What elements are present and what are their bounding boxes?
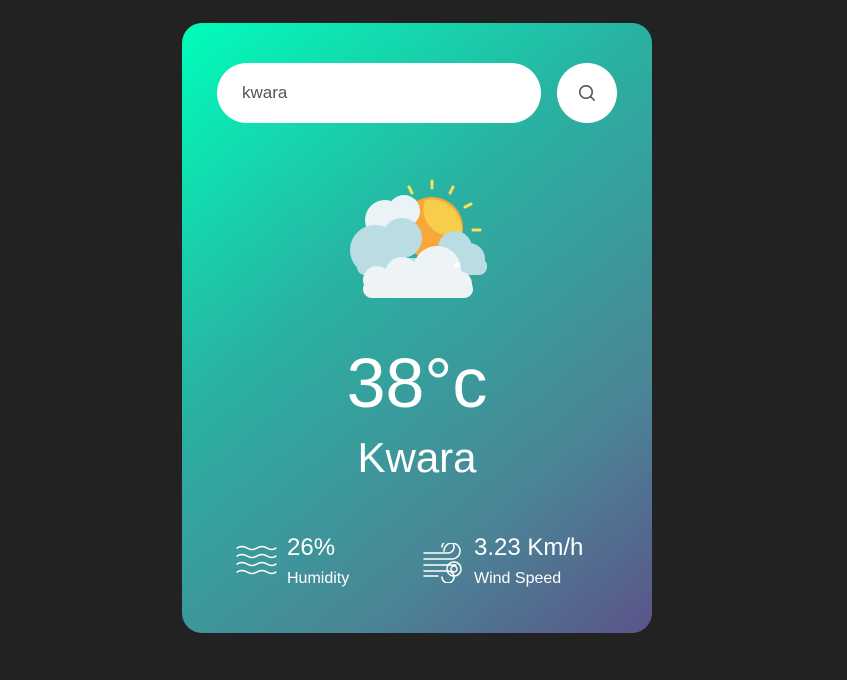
partly-cloudy-sun-icon <box>350 179 487 298</box>
temperature: 38°c <box>346 344 488 422</box>
weather-card: 38°c Kwara 26% Humidity <box>182 23 652 633</box>
humidity-label: Humidity <box>287 570 350 587</box>
humidity-waves-icon <box>236 545 277 575</box>
wind-value: 3.23 Km/h <box>474 534 584 561</box>
search-button[interactable] <box>557 63 617 123</box>
humidity-value: 26% <box>287 534 336 561</box>
city-name: Kwara <box>357 434 477 481</box>
search-bar <box>217 63 617 123</box>
search-icon <box>579 85 596 102</box>
wind-icon <box>423 543 462 583</box>
search-input[interactable] <box>217 63 541 123</box>
wind-label: Wind Speed <box>474 570 562 587</box>
weather-details: 26% Humidity 3.23 Km/h Wind Speed <box>182 533 652 593</box>
